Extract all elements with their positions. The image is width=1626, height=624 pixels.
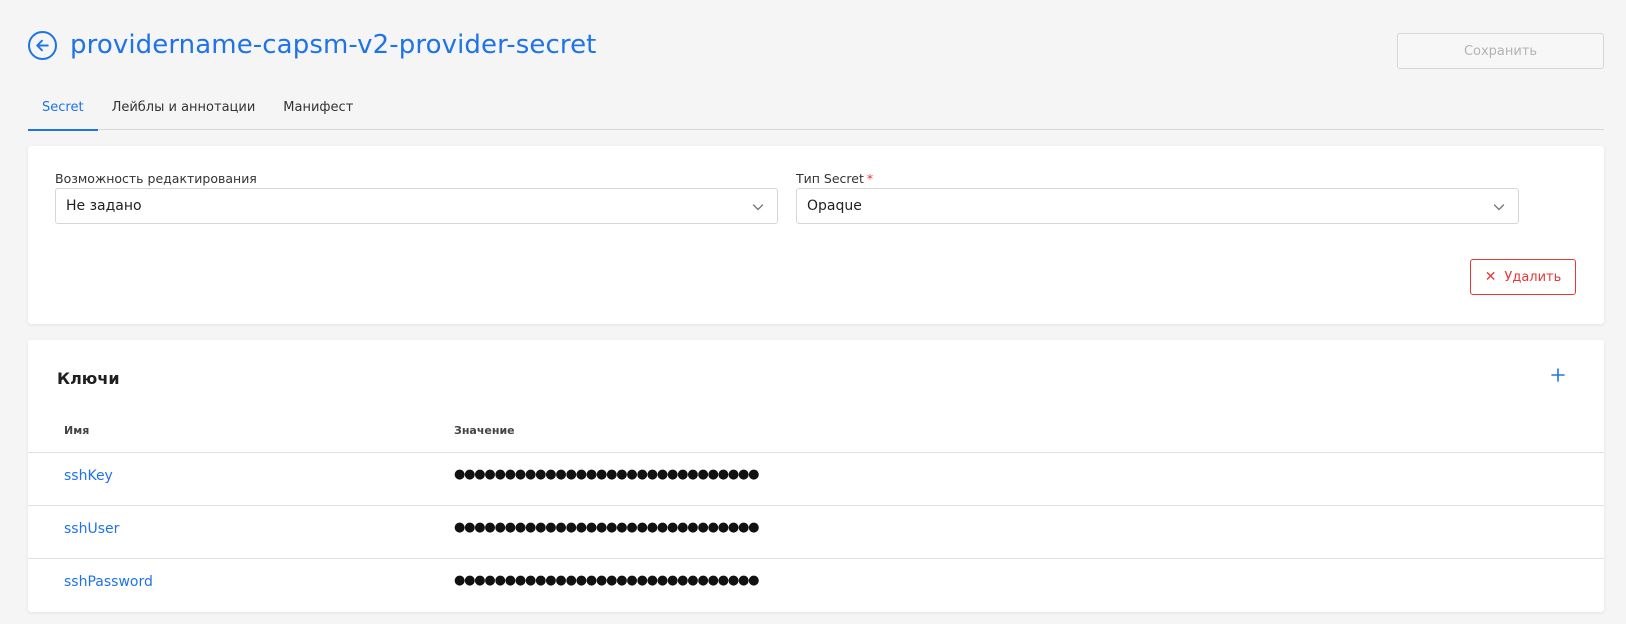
keys-title: Ключи — [57, 369, 120, 388]
editability-select[interactable]: Не задано — [55, 188, 778, 224]
tab-bar: Secret Лейблы и аннотации Манифест — [28, 96, 1604, 131]
editability-label: Возможность редактирования — [55, 171, 257, 186]
arrow-left-icon — [36, 39, 49, 51]
key-name-link[interactable]: sshKey — [64, 468, 113, 484]
required-mark: * — [866, 171, 874, 186]
secret-type-label: Тип Secret * — [796, 171, 873, 186]
table-row: sshKey ●●●●●●●●●●●●●●●●●●●●●●●●●●●●●● — [28, 452, 1604, 505]
secret-type-select[interactable]: Opaque — [796, 188, 1519, 224]
keys-card: Ключи Имя Значение sshKey ●●●●●●●●●●●●●●… — [28, 340, 1604, 612]
back-button[interactable] — [28, 30, 57, 60]
save-button[interactable]: Сохранить — [1397, 33, 1604, 69]
masked-value: ●●●●●●●●●●●●●●●●●●●●●●●●●●●●●● — [454, 520, 760, 535]
page-header: providername-capsm-v2-provider-secret — [28, 30, 596, 60]
plus-icon[interactable] — [1549, 366, 1567, 384]
tab-secret[interactable]: Secret — [28, 96, 98, 131]
masked-value: ●●●●●●●●●●●●●●●●●●●●●●●●●●●●●● — [454, 467, 760, 482]
secret-type-value: Opaque — [807, 198, 862, 214]
key-name-link[interactable]: sshPassword — [64, 574, 153, 590]
close-icon: ✕ — [1484, 269, 1497, 285]
masked-value: ●●●●●●●●●●●●●●●●●●●●●●●●●●●●●● — [454, 573, 760, 588]
page: providername-capsm-v2-provider-secret Со… — [0, 0, 1626, 624]
editability-value: Не задано — [66, 198, 142, 214]
tab-labels-annotations[interactable]: Лейблы и аннотации — [98, 96, 270, 130]
chevron-down-icon — [1493, 204, 1505, 211]
column-header-value: Значение — [454, 424, 515, 437]
key-name-link[interactable]: sshUser — [64, 521, 119, 537]
page-title: providername-capsm-v2-provider-secret — [70, 30, 597, 60]
tab-manifest[interactable]: Манифест — [269, 96, 367, 130]
delete-label: Удалить — [1504, 269, 1562, 285]
column-header-name: Имя — [64, 424, 90, 437]
table-row: sshPassword ●●●●●●●●●●●●●●●●●●●●●●●●●●●●… — [28, 558, 1604, 611]
delete-button[interactable]: ✕ Удалить — [1470, 259, 1576, 295]
secret-type-label-text: Тип Secret — [796, 171, 864, 186]
chevron-down-icon — [752, 204, 764, 211]
settings-card: Возможность редактирования Не задано Тип… — [28, 146, 1604, 324]
table-row: sshUser ●●●●●●●●●●●●●●●●●●●●●●●●●●●●●● — [28, 505, 1604, 558]
